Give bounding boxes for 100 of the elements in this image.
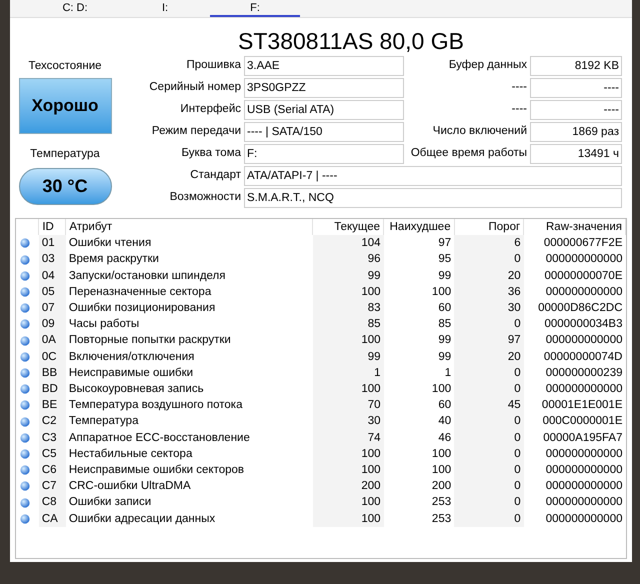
table-cell: 000000000000 bbox=[524, 462, 626, 478]
field-label: Буква тома bbox=[180, 146, 242, 162]
table-cell: Запуски/остановки шпинделя bbox=[66, 268, 313, 284]
table-cell: 85 bbox=[384, 316, 454, 332]
health-status-button[interactable]: Хорошо bbox=[18, 78, 112, 134]
table-cell: 100 bbox=[312, 332, 384, 349]
table-cell: 00000D86C2DC bbox=[524, 300, 626, 316]
table-cell: 1 bbox=[384, 364, 454, 382]
status-dot-icon bbox=[20, 498, 30, 508]
table-cell: 200 bbox=[312, 478, 384, 494]
table-cell: 100 bbox=[312, 381, 384, 398]
table-cell: 74 bbox=[312, 430, 384, 446]
table-cell: 100 bbox=[312, 462, 384, 478]
table-cell: 97 bbox=[454, 332, 524, 349]
table-cell: Высокоуровневая запись bbox=[66, 381, 313, 398]
status-dot-icon bbox=[20, 514, 30, 524]
table-cell: 0 bbox=[454, 478, 524, 494]
table-cell: 99 bbox=[312, 348, 384, 365]
table-cell: 00000000070E bbox=[524, 268, 626, 284]
status-dot-icon bbox=[20, 368, 30, 378]
field-label: Число включений bbox=[432, 124, 528, 140]
table-cell: 20 bbox=[454, 268, 524, 284]
table-cell: 100 bbox=[312, 446, 384, 462]
table-cell: Ошибки чтения bbox=[66, 235, 313, 252]
table-cell: 0 bbox=[454, 251, 524, 268]
table-cell: 253 bbox=[384, 494, 454, 511]
table-cell: 0 bbox=[454, 430, 524, 446]
table-cell: 00000A195FA7 bbox=[524, 430, 626, 446]
value-field: ---- | SATA/150 bbox=[244, 122, 404, 142]
column-header: Raw-значения bbox=[524, 219, 626, 236]
table-cell: 99 bbox=[312, 268, 384, 284]
health-label: Техсостояние bbox=[28, 59, 102, 74]
table-cell: 83 bbox=[312, 300, 384, 316]
table-cell: Переназначенные сектора bbox=[66, 284, 313, 300]
table-cell: 0 bbox=[454, 413, 524, 430]
table-cell: 0000000034B3 bbox=[524, 316, 626, 332]
table-cell: 000000000000 bbox=[524, 332, 626, 349]
temperature-badge: 30 °C bbox=[18, 168, 112, 205]
table-cell: 253 bbox=[384, 510, 454, 527]
table-cell: 000000000000 bbox=[524, 478, 626, 494]
table-cell: CA bbox=[38, 510, 66, 527]
table-cell: 100 bbox=[384, 284, 454, 300]
table-cell: 100 bbox=[384, 446, 454, 462]
field-label: Серийный номер bbox=[148, 80, 242, 96]
table-cell: 40 bbox=[384, 413, 454, 430]
value-field: 13491 ч bbox=[530, 144, 622, 164]
table-cell: 60 bbox=[384, 397, 454, 414]
table-cell: 85 bbox=[312, 316, 384, 332]
table-cell: BD bbox=[38, 381, 66, 398]
drive-tab[interactable]: C: D: bbox=[30, 0, 120, 17]
table-cell: 100 bbox=[312, 284, 384, 300]
drive-tab[interactable]: I: bbox=[120, 0, 210, 17]
table-cell: 0 bbox=[454, 381, 524, 398]
value-field: S.M.A.R.T., NCQ bbox=[244, 188, 622, 208]
table-cell: C7 bbox=[38, 478, 66, 494]
status-dot-icon bbox=[20, 448, 30, 459]
table-cell: Время раскрутки bbox=[66, 251, 313, 268]
table-cell: CRC-ошибки UltraDMA bbox=[66, 478, 313, 494]
table-cell: 104 bbox=[312, 235, 384, 252]
value-field: 8192 KB bbox=[530, 56, 622, 76]
status-dot-icon bbox=[20, 336, 30, 346]
table-cell: 96 bbox=[312, 251, 384, 268]
table-cell: 01 bbox=[38, 235, 66, 252]
table-cell: 100 bbox=[384, 462, 454, 478]
table-cell: Аппаратное ECC-восстановление bbox=[66, 430, 313, 446]
table-cell: 000000000000 bbox=[524, 251, 626, 268]
status-dot-icon bbox=[20, 254, 30, 264]
table-cell: 09 bbox=[38, 316, 66, 332]
table-cell: 0 bbox=[454, 446, 524, 462]
status-dot-icon bbox=[20, 416, 30, 427]
table-cell: 000000000239 bbox=[524, 364, 626, 382]
table-cell: 45 bbox=[454, 397, 524, 414]
value-field: F: bbox=[244, 144, 404, 164]
table-cell: Температура bbox=[66, 413, 313, 430]
table-cell: 99 bbox=[384, 348, 454, 365]
table-cell: Нестабильные сектора bbox=[66, 446, 313, 462]
value-field: USB (Serial ATA) bbox=[244, 100, 404, 120]
field-label: Прошивка bbox=[186, 58, 242, 74]
table-cell: Ошибки позиционирования bbox=[66, 300, 313, 316]
value-field: 3PS0GPZZ bbox=[244, 78, 404, 98]
table-cell: 000C0000001E bbox=[524, 413, 626, 430]
table-cell: 0 bbox=[454, 494, 524, 511]
table-cell: 100 bbox=[312, 494, 384, 511]
drive-tab[interactable]: F: bbox=[210, 0, 300, 17]
field-label: Возможности bbox=[168, 190, 242, 206]
value-field: ---- bbox=[530, 100, 622, 120]
table-cell: Температура воздушного потока bbox=[66, 397, 313, 414]
table-cell: C3 bbox=[38, 430, 66, 446]
table-cell: 00000000074D bbox=[524, 348, 626, 365]
table-cell: 0 bbox=[454, 462, 524, 478]
table-cell: 03 bbox=[38, 251, 66, 268]
field-label: ---- bbox=[510, 102, 528, 118]
table-cell: 100 bbox=[384, 381, 454, 398]
field-label: ---- bbox=[510, 80, 528, 96]
table-cell: 0 bbox=[454, 316, 524, 332]
table-cell: 30 bbox=[312, 413, 384, 430]
field-label: Режим передачи bbox=[150, 124, 242, 140]
table-cell: 05 bbox=[38, 284, 66, 300]
table-cell: Неисправимые ошибки секторов bbox=[66, 462, 313, 478]
table-cell: 46 bbox=[384, 430, 454, 446]
